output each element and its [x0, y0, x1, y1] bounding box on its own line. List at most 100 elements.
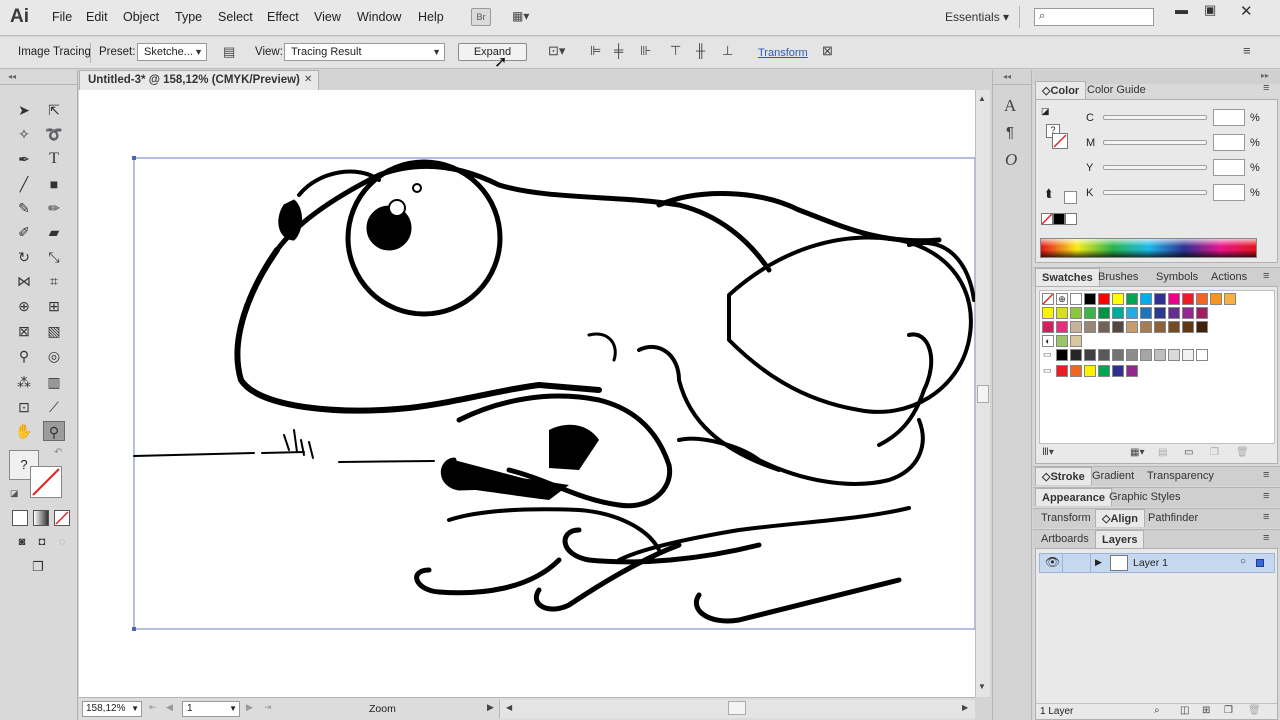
tab-pathfinder[interactable]: Pathfinder	[1142, 509, 1204, 527]
arrange-documents-icon[interactable]: ▦▾	[512, 9, 540, 25]
character-panel-icon[interactable]: A	[1004, 96, 1016, 116]
lasso-tool-icon[interactable]: ➰	[43, 124, 65, 144]
pen-tool-icon[interactable]: ✒	[13, 149, 35, 169]
color-swatch[interactable]	[1168, 321, 1180, 333]
swap-fill-stroke-icon[interactable]: ↶	[54, 447, 62, 458]
shape-builder-tool-icon[interactable]: ⊕	[13, 296, 35, 316]
new-sublayer-icon[interactable]: ⊞	[1202, 705, 1210, 716]
align-center-icon[interactable]: ╪	[614, 43, 623, 58]
channel-y-slider[interactable]	[1103, 165, 1207, 170]
status-menu-arrow-icon[interactable]: ▶	[487, 702, 494, 713]
perspective-grid-tool-icon[interactable]: ⊞	[43, 296, 65, 316]
slice-tool-icon[interactable]: ⟋	[43, 397, 65, 417]
white-swatch[interactable]	[1065, 213, 1077, 225]
color-swatch[interactable]	[1112, 307, 1124, 319]
scroll-right-icon[interactable]: ▶	[962, 703, 968, 712]
color-swatch[interactable]	[1112, 365, 1124, 377]
show-swatch-kinds-icon[interactable]: ▦▾	[1130, 447, 1144, 458]
color-swatch[interactable]	[1168, 293, 1180, 305]
scroll-left-icon[interactable]: ◀	[506, 703, 512, 712]
view-dropdown[interactable]: Tracing Result ▼	[284, 43, 445, 61]
minimize-icon[interactable]: ▬	[1175, 2, 1188, 17]
align-right-icon[interactable]: ⊪	[640, 43, 651, 59]
tab-actions[interactable]: Actions	[1205, 268, 1253, 286]
color-swatch[interactable]	[1210, 293, 1222, 305]
menu-file[interactable]: File	[52, 10, 72, 24]
isolate-group-icon[interactable]: ⊠	[822, 43, 833, 59]
panel-menu-icon[interactable]: ≡	[1263, 82, 1269, 94]
make-clipping-mask-icon[interactable]: ◫	[1180, 705, 1189, 716]
align-bottom-icon[interactable]: ⊥	[722, 43, 733, 59]
tab-brushes[interactable]: Brushes	[1092, 268, 1144, 286]
color-swatch[interactable]	[1098, 293, 1110, 305]
workspace-switcher[interactable]: Essentials ▾	[945, 10, 1009, 24]
color-swatch[interactable]	[1112, 321, 1124, 333]
web-safe-swatch[interactable]	[1064, 191, 1077, 204]
width-tool-icon[interactable]: ⋈	[13, 271, 35, 291]
align-left-icon[interactable]: ⊫	[590, 43, 601, 59]
color-swatch[interactable]	[1168, 307, 1180, 319]
swatch-libraries-icon[interactable]: Ⅲ▾	[1042, 447, 1054, 458]
menu-edit[interactable]: Edit	[86, 10, 108, 24]
direct-selection-tool-icon[interactable]: ⇱	[43, 100, 65, 120]
eyedropper-tool-icon[interactable]: ⚲	[13, 346, 35, 366]
fill-stroke-mini-icon[interactable]: ◪	[1041, 106, 1050, 117]
color-mode-icon[interactable]	[12, 510, 28, 526]
blend-tool-icon[interactable]: ◎	[43, 346, 65, 366]
next-artboard-icon[interactable]: ▶	[246, 702, 253, 713]
channel-y-input[interactable]	[1213, 159, 1245, 176]
layer-row[interactable]: 👁 ▶ Layer 1 ○	[1039, 553, 1275, 573]
scroll-thumb[interactable]	[977, 385, 989, 403]
color-swatch[interactable]	[1182, 349, 1194, 361]
previous-artboard-icon[interactable]: ◀	[166, 702, 173, 713]
symbol-sprayer-tool-icon[interactable]: ⁂	[13, 372, 35, 392]
draw-normal-icon[interactable]: ◙	[11, 532, 33, 552]
rotate-tool-icon[interactable]: ↻	[13, 247, 35, 267]
color-swatch[interactable]	[1140, 321, 1152, 333]
pattern-swatch[interactable]	[1070, 335, 1082, 347]
black-swatch[interactable]	[1053, 213, 1065, 225]
color-swatch[interactable]	[1084, 293, 1096, 305]
tab-stroke[interactable]: ◇Stroke	[1035, 467, 1092, 485]
rectangle-tool-icon[interactable]: ■	[43, 174, 65, 194]
last-artboard-icon[interactable]: ⇥	[264, 702, 272, 713]
magic-wand-tool-icon[interactable]: ✧	[13, 124, 35, 144]
locate-object-icon[interactable]: ⌕	[1154, 705, 1160, 716]
align-to-selection-icon[interactable]: ⊡▾	[548, 43, 565, 59]
color-swatch[interactable]	[1224, 293, 1236, 305]
selection-indicator[interactable]	[1256, 559, 1264, 567]
collapse-arrows-icon[interactable]: ◂◂	[8, 72, 16, 81]
color-swatch[interactable]	[1126, 321, 1138, 333]
menu-type[interactable]: Type	[175, 10, 202, 24]
color-swatch[interactable]	[1140, 293, 1152, 305]
color-swatch[interactable]	[1042, 321, 1054, 333]
none-mode-icon[interactable]	[54, 510, 70, 526]
paintbrush-tool-icon[interactable]: ✎	[13, 198, 35, 218]
mesh-tool-icon[interactable]: ⊠	[13, 321, 35, 341]
new-color-group-icon[interactable]: ▭	[1184, 447, 1193, 458]
color-swatch[interactable]	[1140, 307, 1152, 319]
menu-select[interactable]: Select	[218, 10, 253, 24]
tab-graphic-styles[interactable]: Graphic Styles	[1103, 488, 1187, 506]
color-swatch[interactable]	[1084, 349, 1096, 361]
tab-align[interactable]: ◇Align	[1095, 509, 1145, 527]
color-swatch[interactable]	[1042, 307, 1054, 319]
transform-link[interactable]: Transform	[758, 47, 808, 59]
new-layer-icon[interactable]: ❐	[1224, 705, 1233, 716]
gradient-mode-icon[interactable]	[33, 510, 49, 526]
color-swatch[interactable]	[1126, 349, 1138, 361]
menu-window[interactable]: Window	[357, 10, 401, 24]
document-tab[interactable]: Untitled-3* @ 158,12% (CMYK/Preview) ✕	[79, 70, 319, 90]
close-tab-icon[interactable]: ✕	[304, 74, 312, 85]
visibility-eye-icon[interactable]: 👁	[1045, 555, 1060, 569]
color-spectrum-bar[interactable]	[1040, 238, 1257, 258]
bridge-button[interactable]: Br	[471, 8, 491, 26]
tab-swatches[interactable]: Swatches	[1035, 268, 1100, 286]
channel-k-input[interactable]	[1213, 184, 1245, 201]
preset-dropdown[interactable]: Sketche... ▼	[137, 43, 207, 61]
column-graph-tool-icon[interactable]: ▥	[43, 372, 65, 392]
line-tool-icon[interactable]: ╱	[13, 174, 35, 194]
control-bar-menu-icon[interactable]: ≡	[1243, 43, 1251, 58]
menu-object[interactable]: Object	[123, 10, 159, 24]
pattern-swatch-icon[interactable]: ◐	[1042, 335, 1054, 347]
